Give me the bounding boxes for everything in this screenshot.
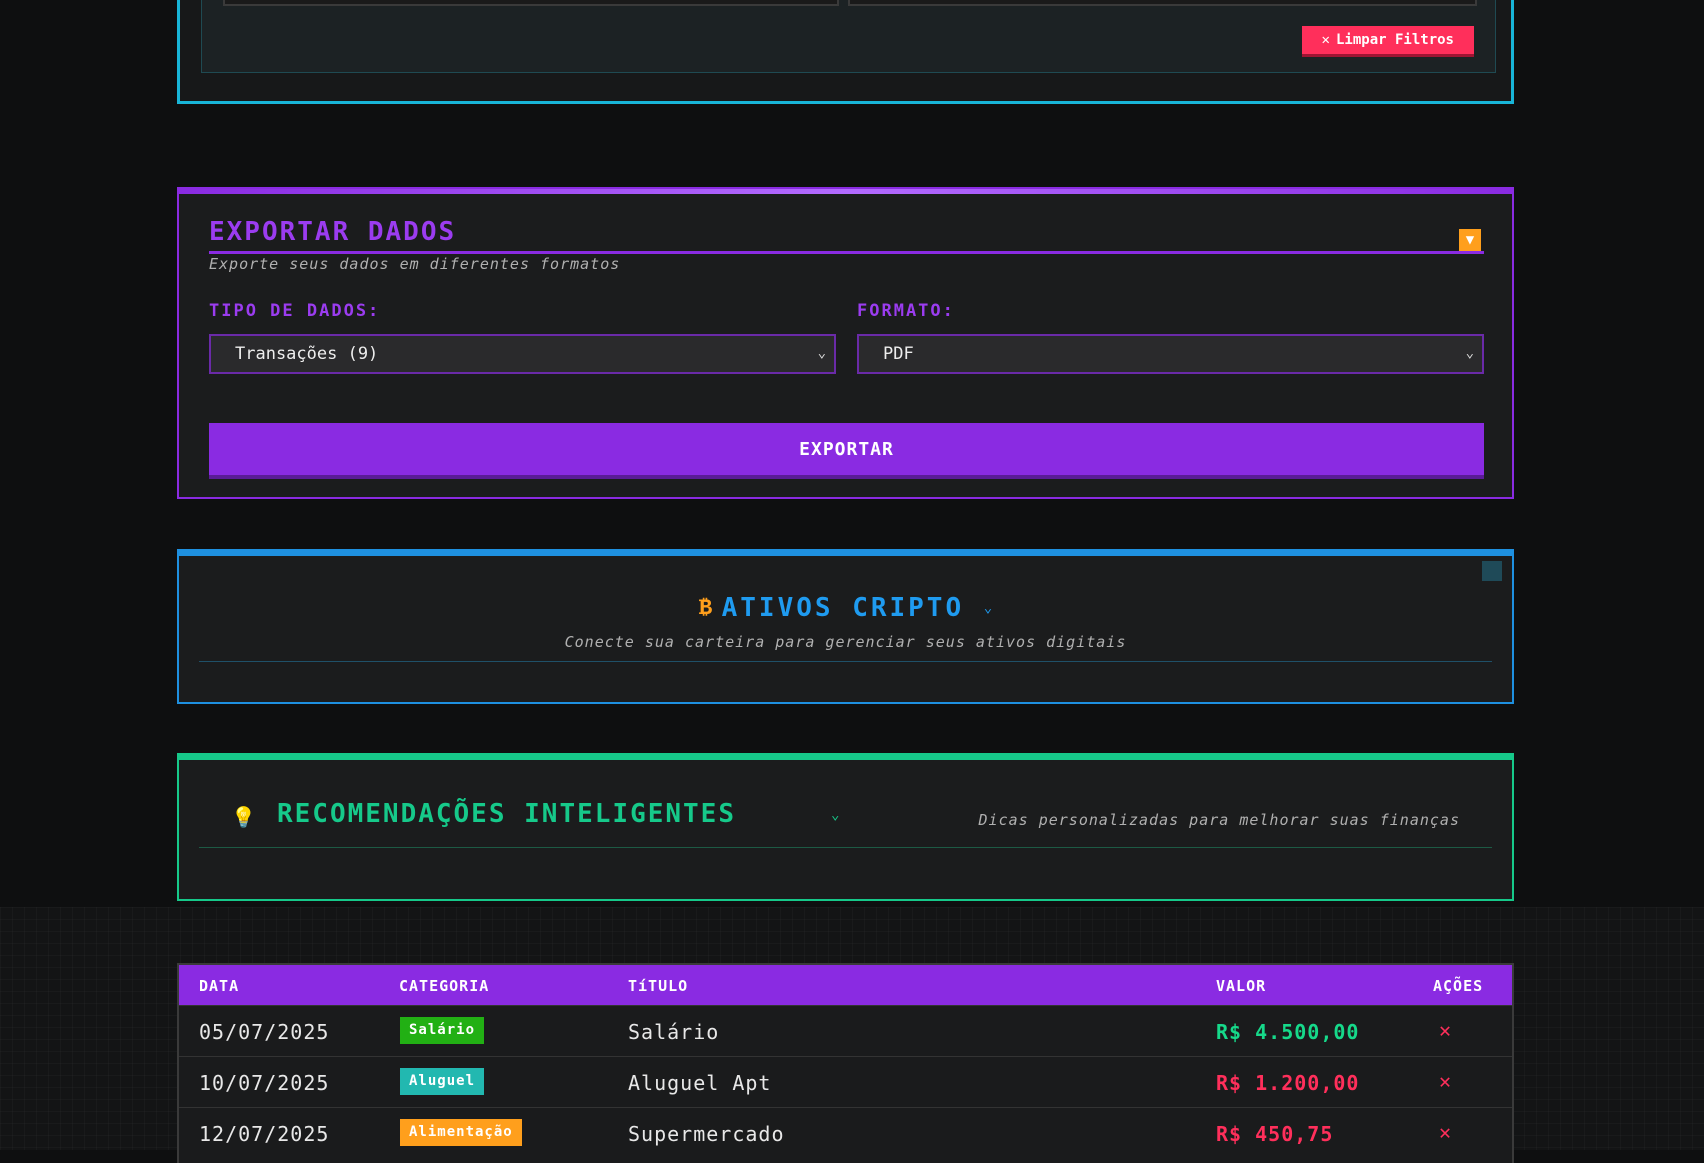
column-header-title: TíTULO [628, 977, 689, 995]
export-button[interactable]: EXPORTAR [209, 423, 1484, 475]
category-badge: Salário [400, 1017, 485, 1044]
filters-inner-box: ✕ Limpar Filtros [201, 0, 1496, 73]
close-icon: ✕ [1321, 32, 1330, 48]
table-row: 05/07/2025 Salário Salário R$ 4.500,00 ✕ [179, 1005, 1512, 1056]
chevron-down-icon: ⌄ [1465, 345, 1474, 361]
crypto-header[interactable]: ₿ ATIVOS CRIPTO ⌄ [179, 593, 1512, 623]
row-title: Aluguel Apt [628, 1071, 772, 1095]
chevron-down-icon: ⌄ [817, 345, 826, 361]
delete-icon[interactable]: ✕ [1439, 1120, 1451, 1144]
data-type-select[interactable]: Transações (9) ⌄ [209, 334, 836, 374]
filter-input-left[interactable] [223, 0, 839, 6]
row-date: 05/07/2025 [199, 1020, 330, 1044]
filters-panel: ✕ Limpar Filtros [177, 0, 1514, 104]
format-label: FORMATO: [857, 301, 955, 321]
recommendations-topbar [179, 755, 1512, 760]
export-subtitle: Exporte seus dados em diferentes formato… [209, 255, 621, 273]
recommendations-title[interactable]: RECOMENDAÇÕES INTELIGENTES [277, 799, 736, 829]
export-title-underline [209, 251, 1484, 254]
recommendations-divider [199, 847, 1492, 848]
export-topbar [179, 189, 1512, 194]
export-title: EXPORTAR DADOS [209, 217, 457, 247]
collapse-toggle-icon[interactable]: ▼ [1459, 229, 1481, 251]
filter-input-right[interactable] [848, 0, 1477, 6]
row-amount: R$ 1.200,00 [1216, 1071, 1360, 1095]
crypto-title: ATIVOS CRIPTO [721, 593, 965, 623]
row-date: 12/07/2025 [199, 1122, 330, 1146]
row-amount: R$ 450,75 [1216, 1122, 1334, 1146]
lightbulb-icon: 💡 [231, 805, 256, 829]
category-badge: Alimentação [400, 1119, 522, 1146]
table-row: 10/07/2025 Aluguel Aluguel Apt R$ 1.200,… [179, 1056, 1512, 1107]
export-panel: EXPORTAR DADOS ▼ Exporte seus dados em d… [177, 187, 1514, 499]
bitcoin-icon: ₿ [698, 595, 712, 620]
row-date: 10/07/2025 [199, 1071, 330, 1095]
column-header-actions: AÇÕES [1433, 977, 1484, 995]
row-title: Supermercado [628, 1122, 785, 1146]
chevron-down-icon: ⌄ [983, 600, 993, 616]
column-header-category: CATEGORIA [399, 977, 490, 995]
delete-icon[interactable]: ✕ [1439, 1018, 1451, 1042]
table-row: 12/07/2025 Alimentação Supermercado R$ 4… [179, 1107, 1512, 1158]
format-value: PDF [883, 344, 914, 364]
column-header-date: DATA [199, 977, 240, 995]
recommendations-subtitle: Dicas personalizadas para melhorar suas … [978, 811, 1460, 829]
data-type-value: Transações (9) [235, 344, 379, 364]
column-header-amount: VALOR [1216, 977, 1267, 995]
crypto-panel: ₿ ATIVOS CRIPTO ⌄ Conecte sua carteira p… [177, 549, 1514, 704]
row-amount: R$ 4.500,00 [1216, 1020, 1360, 1044]
crypto-divider [199, 661, 1492, 662]
transactions-table: DATA CATEGORIA TíTULO VALOR AÇÕES 05/07/… [177, 963, 1514, 1163]
crypto-topbar [179, 551, 1512, 556]
clear-filters-button[interactable]: ✕ Limpar Filtros [1301, 26, 1474, 54]
data-type-label: TIPO DE DADOS: [209, 301, 381, 321]
crypto-subtitle: Conecte sua carteira para gerenciar seus… [564, 633, 1127, 651]
row-title: Salário [628, 1020, 720, 1044]
table-header: DATA CATEGORIA TíTULO VALOR AÇÕES [179, 965, 1512, 1005]
format-select[interactable]: PDF ⌄ [857, 334, 1484, 374]
crypto-corner-button[interactable] [1482, 561, 1502, 581]
delete-icon[interactable]: ✕ [1439, 1069, 1451, 1093]
category-badge: Aluguel [400, 1068, 485, 1095]
recommendations-panel: 💡 RECOMENDAÇÕES INTELIGENTES ⌄ Dicas per… [177, 753, 1514, 901]
clear-filters-label: Limpar Filtros [1335, 32, 1454, 48]
chevron-down-icon[interactable]: ⌄ [831, 807, 839, 823]
